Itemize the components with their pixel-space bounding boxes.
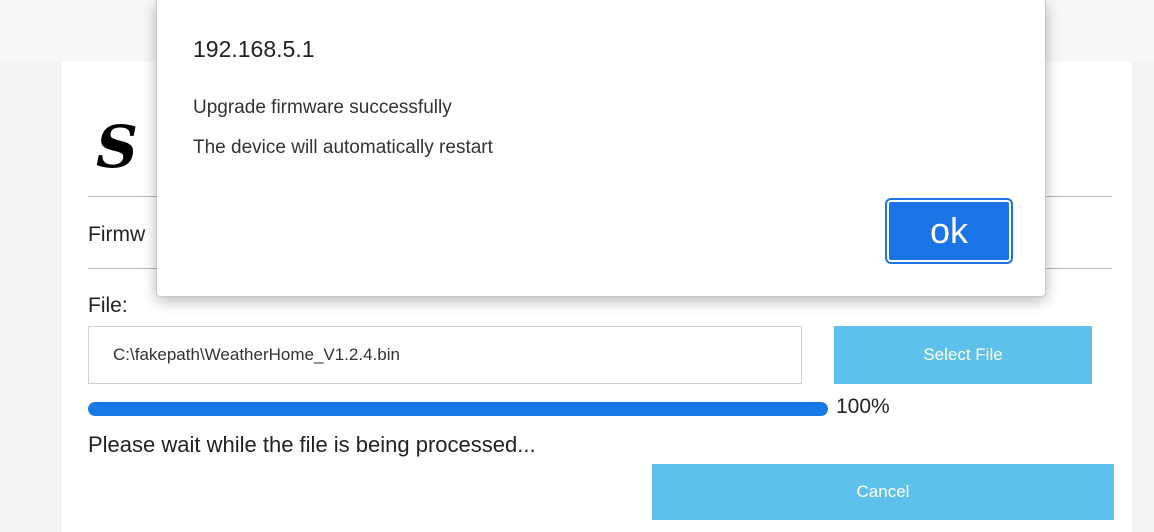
dialog-host: 192.168.5.1 — [193, 36, 315, 62]
alert-dialog: 192.168.5.1 Upgrade firmware successfull… — [156, 0, 1046, 297]
file-label: File: — [88, 294, 128, 317]
upload-progress-text: 100% — [836, 395, 890, 418]
file-path-input[interactable] — [88, 326, 802, 384]
section-title: Firmw — [88, 223, 146, 246]
brand-logo: S — [96, 113, 138, 181]
processing-message: Please wait while the file is being proc… — [88, 432, 536, 457]
select-file-button[interactable]: Select File — [834, 326, 1092, 384]
upload-progress-bar — [88, 402, 828, 416]
cancel-button[interactable]: Cancel — [652, 464, 1114, 520]
ok-button[interactable]: ok — [885, 198, 1013, 264]
dialog-message-line1: Upgrade firmware successfully — [193, 97, 452, 118]
dialog-message-line2: The device will automatically restart — [193, 137, 493, 158]
screen: S Firmw File: Select File 100% Please wa… — [0, 0, 1154, 532]
upload-progress-fill — [88, 402, 828, 416]
